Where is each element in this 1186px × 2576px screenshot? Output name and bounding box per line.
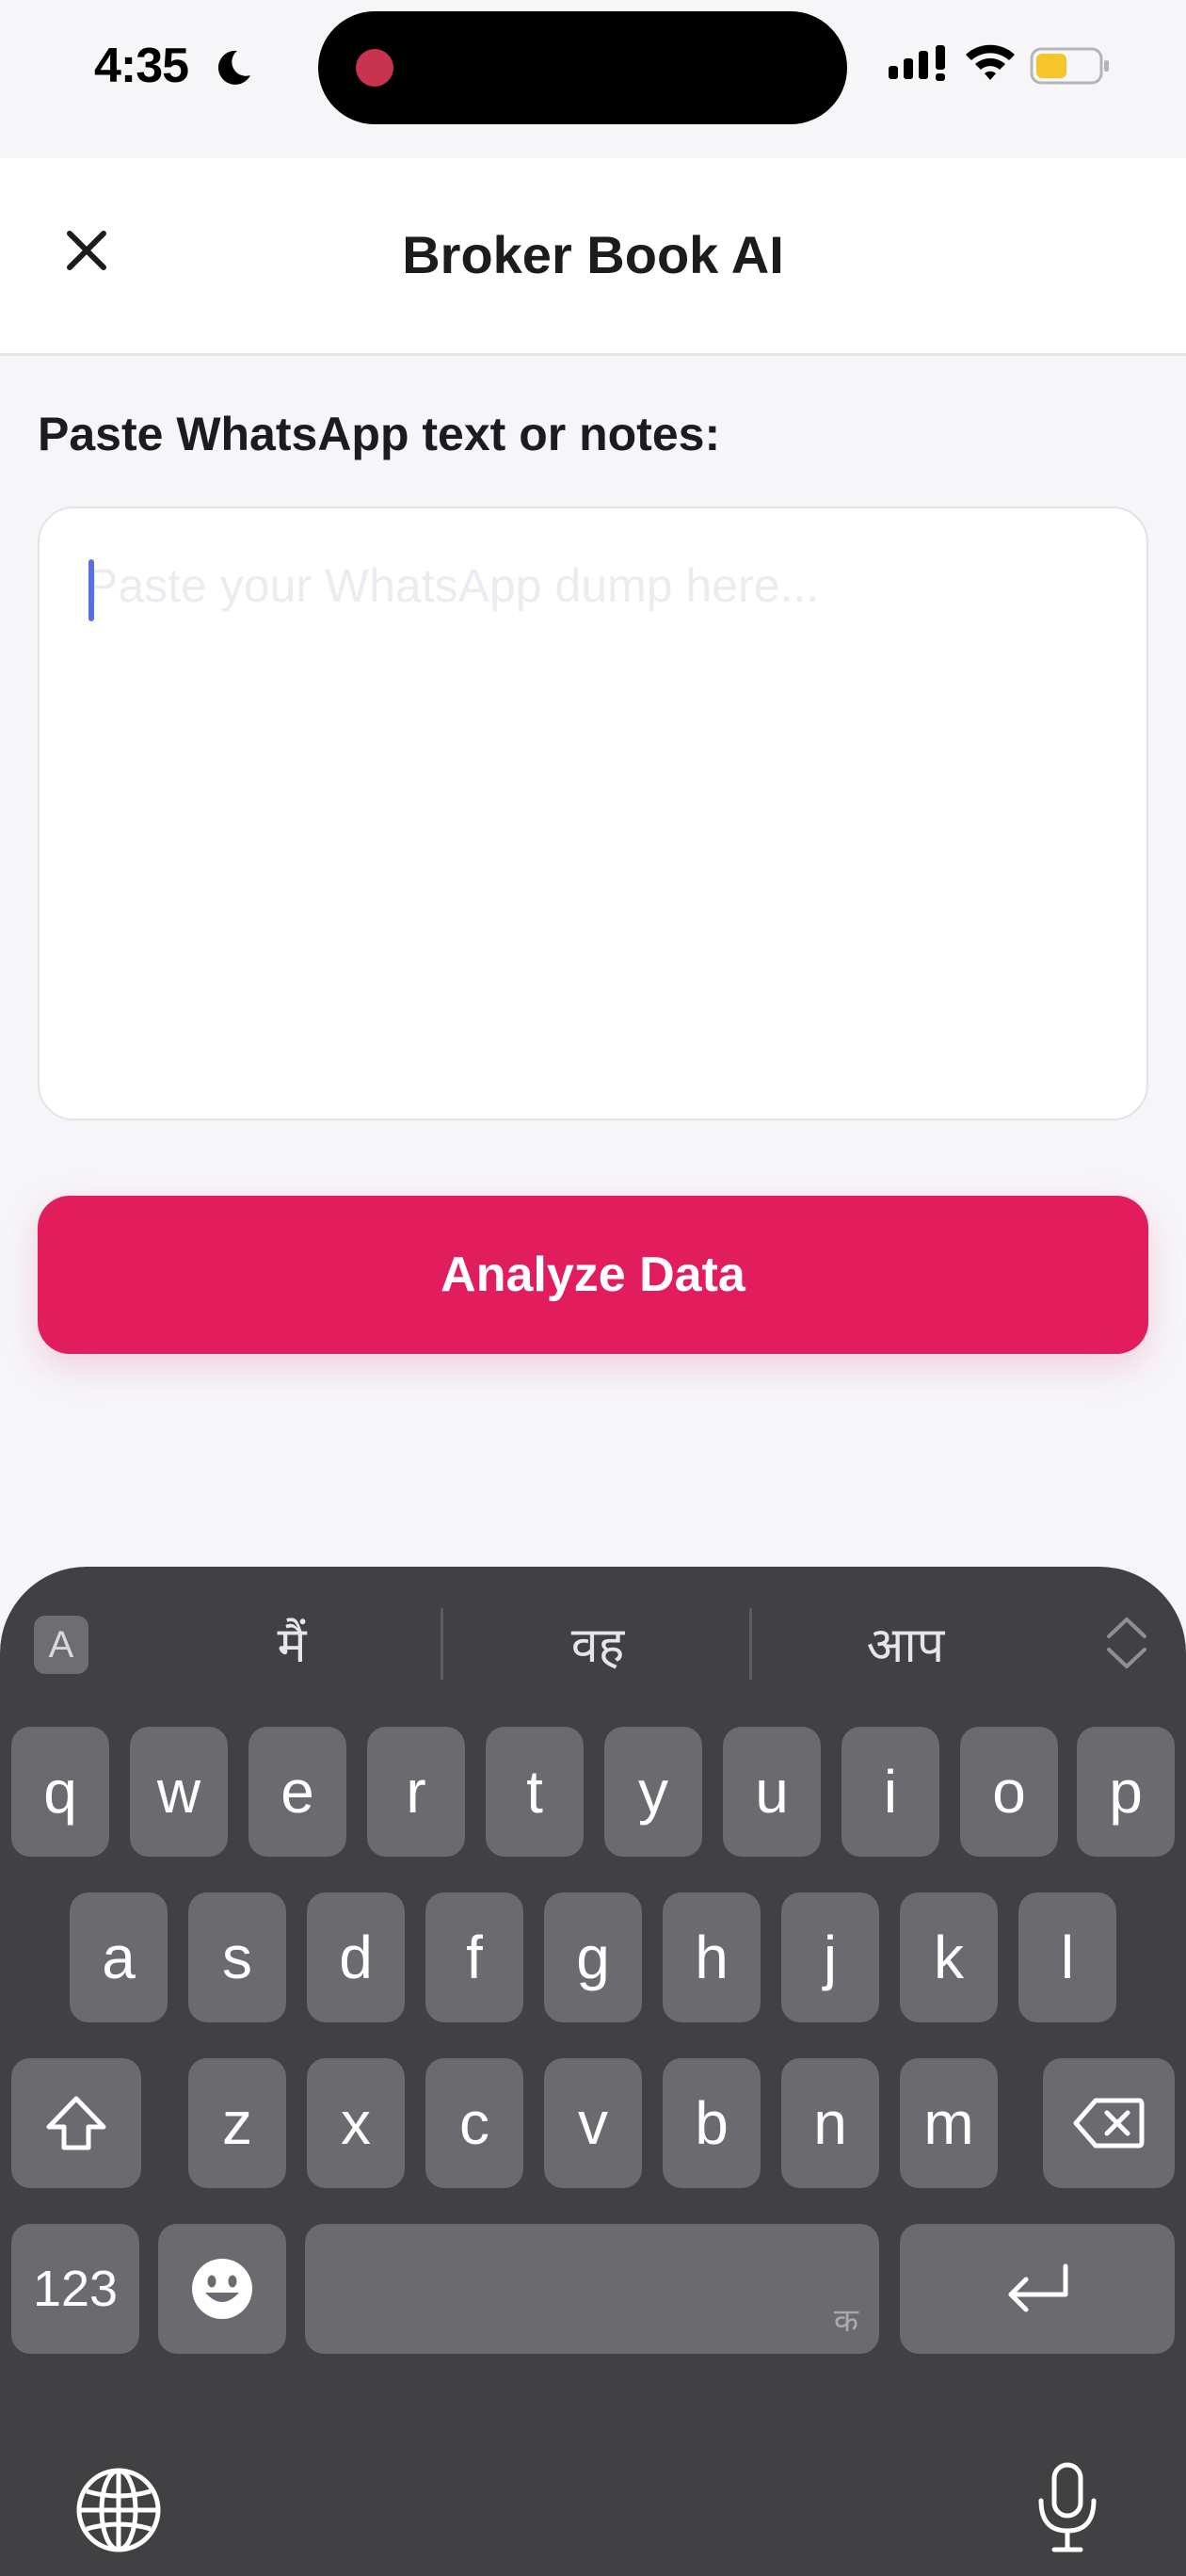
key-j[interactable]: j xyxy=(781,1892,879,2022)
prediction-suggestion[interactable]: मैं xyxy=(151,1610,433,1676)
moon-icon xyxy=(217,50,250,85)
key-i[interactable]: i xyxy=(841,1727,939,1857)
key-g[interactable]: g xyxy=(544,1892,642,2022)
backspace-key[interactable] xyxy=(1043,2058,1175,2188)
prediction-divider xyxy=(441,1608,443,1680)
battery-icon xyxy=(1030,47,1109,85)
dynamic-island xyxy=(318,11,847,124)
key-a[interactable]: a xyxy=(70,1892,168,2022)
prediction-divider xyxy=(749,1608,752,1680)
text-caret xyxy=(88,559,94,621)
shift-key[interactable] xyxy=(11,2058,141,2188)
analyze-data-button[interactable]: Analyze Data xyxy=(38,1196,1148,1354)
key-t[interactable]: t xyxy=(486,1727,584,1857)
shift-icon xyxy=(46,2096,106,2150)
key-o[interactable]: o xyxy=(960,1727,1058,1857)
space-key[interactable]: क xyxy=(305,2224,879,2354)
return-icon xyxy=(1008,2263,1068,2312)
key-e[interactable]: e xyxy=(248,1727,346,1857)
key-p[interactable]: p xyxy=(1077,1727,1175,1857)
key-v[interactable]: v xyxy=(544,2058,642,2188)
cellular-signal-icon xyxy=(889,45,945,81)
prediction-suggestion[interactable]: वह xyxy=(461,1610,734,1676)
numbers-key[interactable]: 123 xyxy=(11,2224,139,2354)
recording-indicator-icon xyxy=(356,49,393,87)
notes-textarea-container xyxy=(38,507,1148,1120)
predictive-toggle-button[interactable]: A xyxy=(34,1616,88,1674)
key-d[interactable]: d xyxy=(307,1892,405,2022)
key-x[interactable]: x xyxy=(307,2058,405,2188)
key-m[interactable]: m xyxy=(900,2058,998,2188)
key-l[interactable]: l xyxy=(1018,1892,1116,2022)
key-w[interactable]: w xyxy=(130,1727,228,1857)
prediction-suggestion[interactable]: आप xyxy=(764,1610,1047,1676)
key-y[interactable]: y xyxy=(604,1727,702,1857)
space-key-hint: क xyxy=(833,2302,858,2340)
status-time: 4:35 xyxy=(94,39,189,93)
return-key[interactable] xyxy=(900,2224,1175,2354)
onscreen-keyboard: A मैं वह आप q w e r t y u i o p a s d f … xyxy=(0,1567,1186,2576)
globe-icon[interactable] xyxy=(73,2465,164,2555)
microphone-icon[interactable] xyxy=(1034,2461,1101,2555)
key-k[interactable]: k xyxy=(900,1892,998,2022)
chevron-up-down-icon[interactable] xyxy=(1103,1610,1150,1676)
key-h[interactable]: h xyxy=(663,1892,761,2022)
key-s[interactable]: s xyxy=(188,1892,286,2022)
key-n[interactable]: n xyxy=(781,2058,879,2188)
emoji-key[interactable] xyxy=(158,2224,286,2354)
notes-textarea[interactable] xyxy=(40,508,1146,1119)
key-z[interactable]: z xyxy=(188,2058,286,2188)
key-b[interactable]: b xyxy=(663,2058,761,2188)
key-r[interactable]: r xyxy=(367,1727,465,1857)
page-title: Broker Book AI xyxy=(402,225,784,284)
key-q[interactable]: q xyxy=(11,1727,109,1857)
backspace-icon xyxy=(1073,2098,1145,2149)
emoji-icon xyxy=(192,2259,252,2319)
key-c[interactable]: c xyxy=(425,2058,523,2188)
notes-label: Paste WhatsApp text or notes: xyxy=(38,408,721,460)
key-f[interactable]: f xyxy=(425,1892,523,2022)
app-header: Broker Book AI xyxy=(0,158,1186,356)
status-bar: 4:35 xyxy=(0,0,1186,158)
wifi-icon xyxy=(966,44,1015,80)
key-u[interactable]: u xyxy=(723,1727,821,1857)
